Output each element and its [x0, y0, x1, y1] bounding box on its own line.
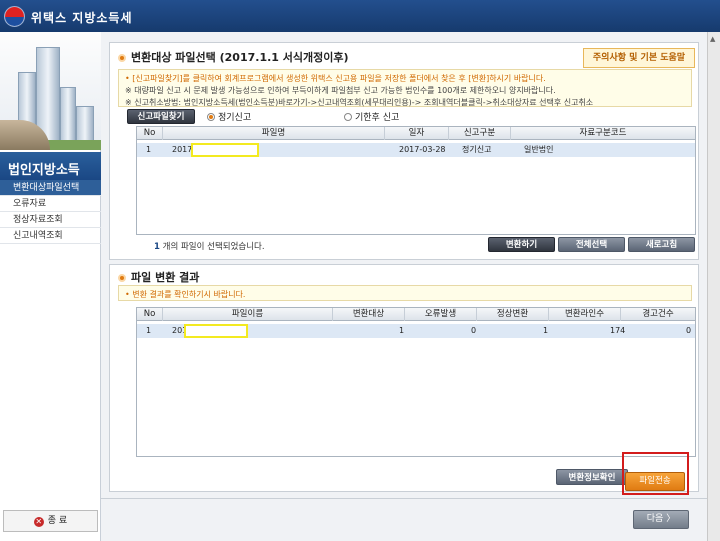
col-no: No [137, 127, 163, 140]
table-header: No 파일이름 변환대상 오류발생 정상변환 변환라인수 경고건수 [137, 308, 695, 321]
cell-filename: 2017 [172, 145, 193, 154]
table-row[interactable]: 1 2017 2017-03-28 정기신고 일반법인 [137, 143, 695, 157]
close-icon: ✕ [33, 517, 44, 527]
find-file-button[interactable]: 신고파일찾기 [127, 109, 195, 124]
sidebar-menu: 변환대상파일선택 오류자료 정상자료조회 신고내역조회 [0, 180, 101, 244]
scrollbar[interactable]: ▲ [707, 32, 720, 541]
scroll-up-icon[interactable]: ▲ [710, 35, 715, 43]
instruction-notes: • [신고파일찾기]를 클릭하여 회계프로그램에서 생성한 위택스 신고용 파일… [118, 69, 692, 107]
convert-result-pane: 파일 변환 결과 • 변환 결과를 확인하기시 바랍니다. No 파일이름 변환… [109, 264, 699, 492]
convert-info-button[interactable]: 변환정보확인 [556, 469, 628, 485]
cell-warning: 0 [686, 326, 692, 335]
radio-selected-icon [207, 113, 215, 121]
exit-button[interactable]: ✕ 종 료 [3, 510, 98, 532]
radio-late-report[interactable]: 기한후 신고 [344, 110, 399, 123]
col-report-type: 신고구분 [449, 127, 511, 140]
bullet-icon [118, 274, 126, 282]
cell-target: 1 [399, 326, 405, 335]
redaction-highlight [184, 324, 248, 338]
exit-label: 종 료 [47, 516, 68, 526]
refresh-button[interactable]: 새로고침 [628, 237, 695, 252]
radio-regular-report[interactable]: 정기신고 [207, 110, 251, 123]
sidebar-item-normal-data[interactable]: 정상자료조회 [0, 212, 101, 228]
sidebar-item-file-select[interactable]: 변환대상파일선택 [0, 180, 101, 196]
send-file-button[interactable]: 파일전송 [625, 472, 685, 491]
radio-unselected-icon [344, 113, 352, 121]
sidebar-title: 법인지방소득 [0, 152, 101, 180]
footer-divider [101, 498, 707, 499]
sidebar: 법인지방소득 변환대상파일선택 오류자료 정상자료조회 신고내역조회 ✕ 종 료 [0, 32, 101, 541]
title-bar: 위택스 지방소득세 [0, 0, 720, 32]
col-filename: 파일명 [163, 127, 385, 140]
wetax-logo-icon [4, 6, 25, 27]
file-select-pane: 변환대상 파일선택 (2017.1.1 서식개정이후) 주의사항 및 기본 도움… [109, 42, 699, 260]
redaction-highlight [191, 143, 259, 157]
note-line-2: ※ 대량파일 신고 시 문제 발생 가능성으로 인하여 부득이하게 파일첨부 신… [125, 86, 556, 95]
sidebar-building-image [0, 32, 101, 150]
table-header: No 파일명 일자 신고구분 자료구분코드 [137, 127, 695, 140]
note-line-3: ※ 신고취소방법: 법인지방소득세(법인소득분)바로가기->신고내역조회(세무대… [125, 98, 594, 107]
col-normal: 정상변환 [477, 308, 549, 321]
sidebar-item-error-data[interactable]: 오류자료 [0, 196, 101, 212]
cell-date: 2017-03-28 [399, 145, 446, 154]
main-panel: 변환대상 파일선택 (2017.1.1 서식개정이후) 주의사항 및 기본 도움… [101, 32, 707, 541]
cell-no: 1 [146, 145, 152, 154]
col-filename: 파일이름 [163, 308, 333, 321]
convert-result-table: No 파일이름 변환대상 오류발생 정상변환 변환라인수 경고건수 1 201 … [136, 307, 696, 457]
file-select-table: No 파일명 일자 신고구분 자료구분코드 1 2017 2017-03-28 … [136, 126, 696, 235]
col-no: No [137, 308, 163, 321]
convert-button[interactable]: 변환하기 [488, 237, 555, 252]
col-error: 오류발생 [405, 308, 477, 321]
sidebar-item-report-history[interactable]: 신고내역조회 [0, 228, 101, 244]
cell-error: 0 [471, 326, 477, 335]
bullet-icon [118, 54, 126, 62]
cell-normal: 1 [543, 326, 549, 335]
col-line-count: 변환라인수 [549, 308, 621, 321]
col-target: 변환대상 [333, 308, 405, 321]
table-row[interactable]: 1 201 1 0 1 174 0 [137, 324, 695, 338]
note-line-1: • [신고파일찾기]를 클릭하여 회계프로그램에서 생성한 위택스 신고용 파일… [125, 74, 546, 83]
help-button[interactable]: 주의사항 및 기본 도움말 [583, 48, 695, 68]
window-title: 위택스 지방소득세 [31, 11, 133, 25]
result-note: • 변환 결과를 확인하기시 바랍니다. [118, 285, 692, 301]
next-button[interactable]: 다음 〉 [633, 510, 689, 529]
col-date: 일자 [385, 127, 449, 140]
selected-count: 1 개의 파일이 선택되었습니다. [154, 242, 265, 252]
col-data-code: 자료구분코드 [579, 128, 627, 138]
select-all-button[interactable]: 전체선택 [558, 237, 625, 252]
section-result-title: 파일 변환 결과 [118, 269, 199, 285]
cell-data-code: 일반법인 [524, 145, 554, 154]
col-warning: 경고건수 [642, 309, 674, 319]
section-file-select-title: 변환대상 파일선택 (2017.1.1 서식개정이후) [118, 49, 349, 65]
result-note-text: • 변환 결과를 확인하기시 바랍니다. [125, 290, 246, 299]
cell-report-type: 정기신고 [462, 145, 492, 154]
cell-no: 1 [146, 326, 152, 335]
cell-line-count: 174 [610, 326, 626, 335]
